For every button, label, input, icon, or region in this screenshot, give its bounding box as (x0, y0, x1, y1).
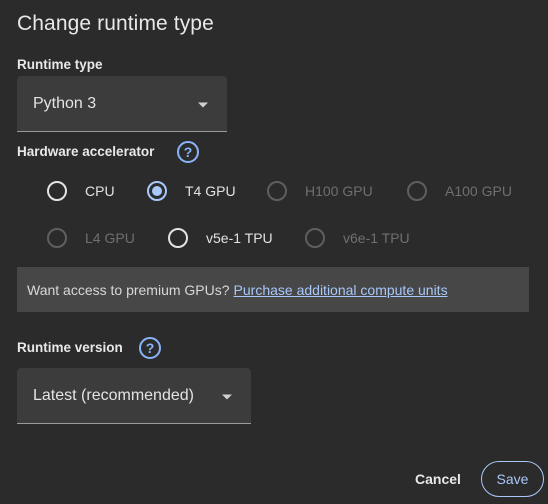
chevron-down-icon (222, 394, 232, 399)
radio-t4-gpu[interactable]: T4 GPU (147, 181, 236, 201)
runtime-type-select[interactable]: Python 3 (17, 76, 227, 132)
radio-h100-gpu: H100 GPU (267, 181, 373, 201)
runtime-version-label: Runtime version (17, 340, 123, 355)
radio-circle (168, 228, 188, 248)
radio-v6e-1-tpu: v6e-1 TPU (305, 228, 410, 248)
radio-cpu[interactable]: CPU (47, 181, 115, 201)
radio-label: CPU (85, 183, 115, 199)
radio-label: A100 GPU (445, 183, 512, 199)
radio-a100-gpu: A100 GPU (407, 181, 512, 201)
hardware-accelerator-label: Hardware accelerator (17, 144, 155, 159)
purchase-compute-link[interactable]: Purchase additional compute units (234, 282, 448, 298)
save-button[interactable]: Save (481, 461, 544, 497)
help-icon[interactable]: ? (139, 337, 161, 359)
radio-label: v6e-1 TPU (343, 230, 410, 246)
radio-circle (305, 228, 325, 248)
radio-circle (407, 181, 427, 201)
help-icon[interactable]: ? (177, 141, 199, 163)
radio-label: L4 GPU (85, 230, 135, 246)
radio-circle-checked (147, 181, 167, 201)
radio-circle (47, 228, 67, 248)
runtime-version-select[interactable]: Latest (recommended) (17, 368, 251, 424)
dialog-title: Change runtime type (17, 12, 214, 35)
radio-circle (267, 181, 287, 201)
cancel-button[interactable]: Cancel (404, 462, 472, 496)
radio-l4-gpu: L4 GPU (47, 228, 135, 248)
runtime-type-label: Runtime type (17, 57, 103, 72)
runtime-version-value: Latest (recommended) (33, 386, 194, 404)
chevron-down-icon (198, 102, 208, 107)
premium-gpu-notice: Want access to premium GPUs? Purchase ad… (17, 267, 529, 312)
notice-text: Want access to premium GPUs? (27, 281, 230, 298)
change-runtime-dialog: Change runtime type Runtime type Python … (0, 0, 548, 504)
radio-label: v5e-1 TPU (206, 230, 273, 246)
runtime-type-value: Python 3 (33, 94, 97, 112)
radio-v5e-1-tpu[interactable]: v5e-1 TPU (168, 228, 273, 248)
radio-label: H100 GPU (305, 183, 373, 199)
radio-circle (47, 181, 67, 201)
radio-label: T4 GPU (185, 183, 236, 199)
